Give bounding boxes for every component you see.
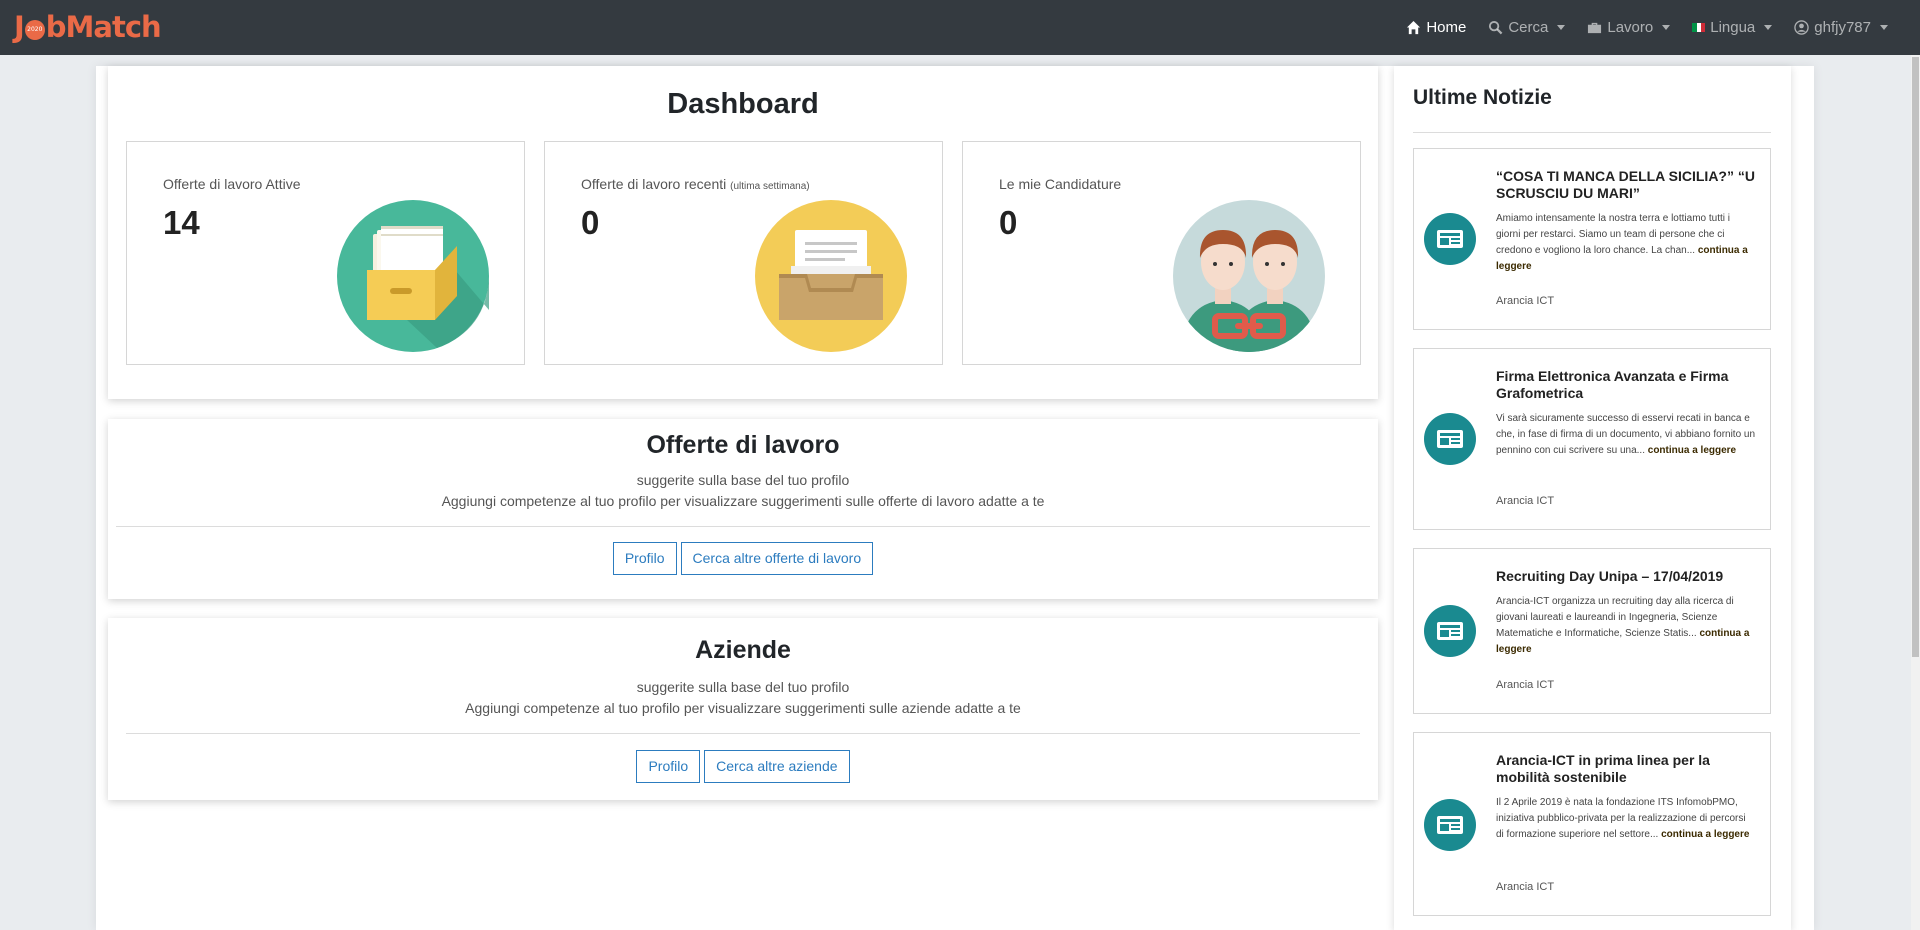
news-item[interactable]: Arancia-ICT in prima linea per la mobili… [1413,732,1771,916]
news-panel: Ultime Notizie “COSA TI MANCA DELLA SICI… [1394,66,1791,930]
nav-home-label: Home [1426,19,1467,36]
newspaper-icon [1424,213,1476,265]
home-icon [1407,20,1421,35]
job-offers-card: Offerte di lavoro suggerite sulla base d… [108,419,1378,599]
stat-my-applications[interactable]: Le mie Candidature 0 [962,141,1361,365]
logo-letter-j: J [14,10,25,44]
divider [126,733,1360,734]
stat-value: 0 [999,204,1018,241]
nav-cerca-dropdown[interactable]: Cerca [1488,19,1566,36]
news-item[interactable]: “COSA TI MANCA DELLA SICILIA?” “U SCRUSC… [1413,148,1771,330]
news-item-title[interactable]: Arancia-ICT in prima linea per la mobili… [1496,752,1756,786]
news-item-title[interactable]: “COSA TI MANCA DELLA SICILIA?” “U SCRUSC… [1496,168,1756,202]
stat-label-small: (ultima settimana) [730,181,810,192]
top-navbar: J 2020 bMatch Home Cerca Lavoro Lingua ghf… [0,0,1920,55]
job-offers-title: Offerte di lavoro [646,431,840,459]
logo-text: bMatch [45,10,162,44]
news-item-text: Il 2 Aprile 2019 è nata la fondazione IT… [1496,795,1756,843]
stat-value: 0 [581,204,600,241]
nav-lavoro-label: Lavoro [1607,19,1654,36]
newspaper-icon [1424,799,1476,851]
news-item-text: Vi sarà sicuramente successo di esservi … [1496,411,1756,459]
nav-cerca-label: Cerca [1508,19,1549,36]
nav-lingua-dropdown[interactable]: Lingua [1692,19,1773,36]
search-icon [1489,20,1503,35]
nav-menu: Home Cerca Lavoro Lingua ghfjy787 [1406,0,1888,55]
file-drawer-icon [337,200,489,352]
nav-lingua-label: Lingua [1710,19,1756,36]
dashboard-title: Dashboard [667,88,819,120]
companies-actions: Profilo Cerca altre aziende [108,750,1378,783]
news-item-author: Arancia ICT [1496,495,1555,507]
news-item[interactable]: Recruiting Day Unipa – 17/04/2019 Aranci… [1413,548,1771,714]
nav-home[interactable]: Home [1406,19,1466,36]
newspaper-icon [1424,605,1476,657]
stat-label: Offerte di lavoro recenti (ultima settim… [581,176,810,192]
stat-label-text: Le mie Candidature [999,176,1122,192]
scrollbar-thumb[interactable] [1912,57,1919,657]
stat-label: Le mie Candidature [999,176,1121,192]
divider [116,526,1370,527]
stat-label: Offerte di lavoro Attive [163,176,300,192]
news-item-title[interactable]: Firma Elettronica Avanzata e Firma Grafo… [1496,368,1756,402]
job-offers-hint: Aggiungi competenze al tuo profilo per v… [441,493,1045,509]
stat-label-text: Offerte di lavoro Attive [163,176,301,192]
news-item-author: Arancia ICT [1496,295,1555,307]
inbox-tray-icon [755,200,907,352]
news-title: Ultime Notizie [1413,86,1552,109]
nav-user-dropdown[interactable]: ghfjy787 [1794,19,1888,36]
news-item-text: Amiamo intensamente la nostra terra e lo… [1496,211,1756,275]
search-more-companies-button[interactable]: Cerca altre aziende [704,750,850,783]
chevron-down-icon [1880,25,1888,30]
news-item[interactable]: Firma Elettronica Avanzata e Firma Grafo… [1413,348,1771,530]
jobmatch-logo[interactable]: J 2020 bMatch [14,10,162,44]
news-item-author: Arancia ICT [1496,679,1555,691]
news-item-text: Arancia-ICT organizza un recruiting day … [1496,594,1756,658]
chevron-down-icon [1557,25,1566,30]
nav-lavoro-dropdown[interactable]: Lavoro [1587,19,1671,36]
chevron-down-icon [1764,25,1773,30]
companies-hint: Aggiungi competenze al tuo profilo per v… [465,700,1021,716]
stat-active-offers[interactable]: Offerte di lavoro Attive 14 [126,141,525,365]
read-more-link[interactable]: continua a leggere [1661,829,1749,840]
read-more-link[interactable]: continua a leggere [1648,445,1736,456]
news-item-excerpt: Amiamo intensamente la nostra terra e lo… [1496,213,1730,256]
divider [1413,132,1771,133]
users-link-icon [1173,200,1325,352]
main-container: Dashboard Offerte di lavoro Attive 14 Of… [96,66,1814,930]
companies-card: Aziende suggerite sulla base del tuo pro… [108,618,1378,800]
news-item-author: Arancia ICT [1496,881,1555,893]
companies-title: Aziende [695,636,791,664]
stat-label-text: Offerte di lavoro recenti [581,176,727,192]
briefcase-icon [1588,22,1602,34]
logo-o-badge: 2020 [24,20,45,40]
profile-button[interactable]: Profilo [612,542,677,575]
chevron-down-icon [1662,25,1671,30]
search-more-offers-button[interactable]: Cerca altre offerte di lavoro [680,542,874,575]
stat-recent-offers[interactable]: Offerte di lavoro recenti (ultima settim… [544,141,943,365]
news-item-title[interactable]: Recruiting Day Unipa – 17/04/2019 [1496,568,1756,585]
user-icon [1794,20,1809,35]
dashboard-card: Dashboard Offerte di lavoro Attive 14 Of… [108,66,1378,399]
logo-badge-text: 2020 [27,26,43,33]
job-offers-actions: Profilo Cerca altre offerte di lavoro [108,542,1378,575]
companies-subtitle: suggerite sulla base del tuo profilo [636,679,850,695]
italian-flag-icon [1692,23,1706,32]
newspaper-icon [1424,413,1476,465]
nav-user-label: ghfjy787 [1814,19,1871,36]
profile-button[interactable]: Profilo [636,750,701,783]
stat-value: 14 [163,204,200,241]
job-offers-subtitle: suggerite sulla base del tuo profilo [636,472,850,488]
